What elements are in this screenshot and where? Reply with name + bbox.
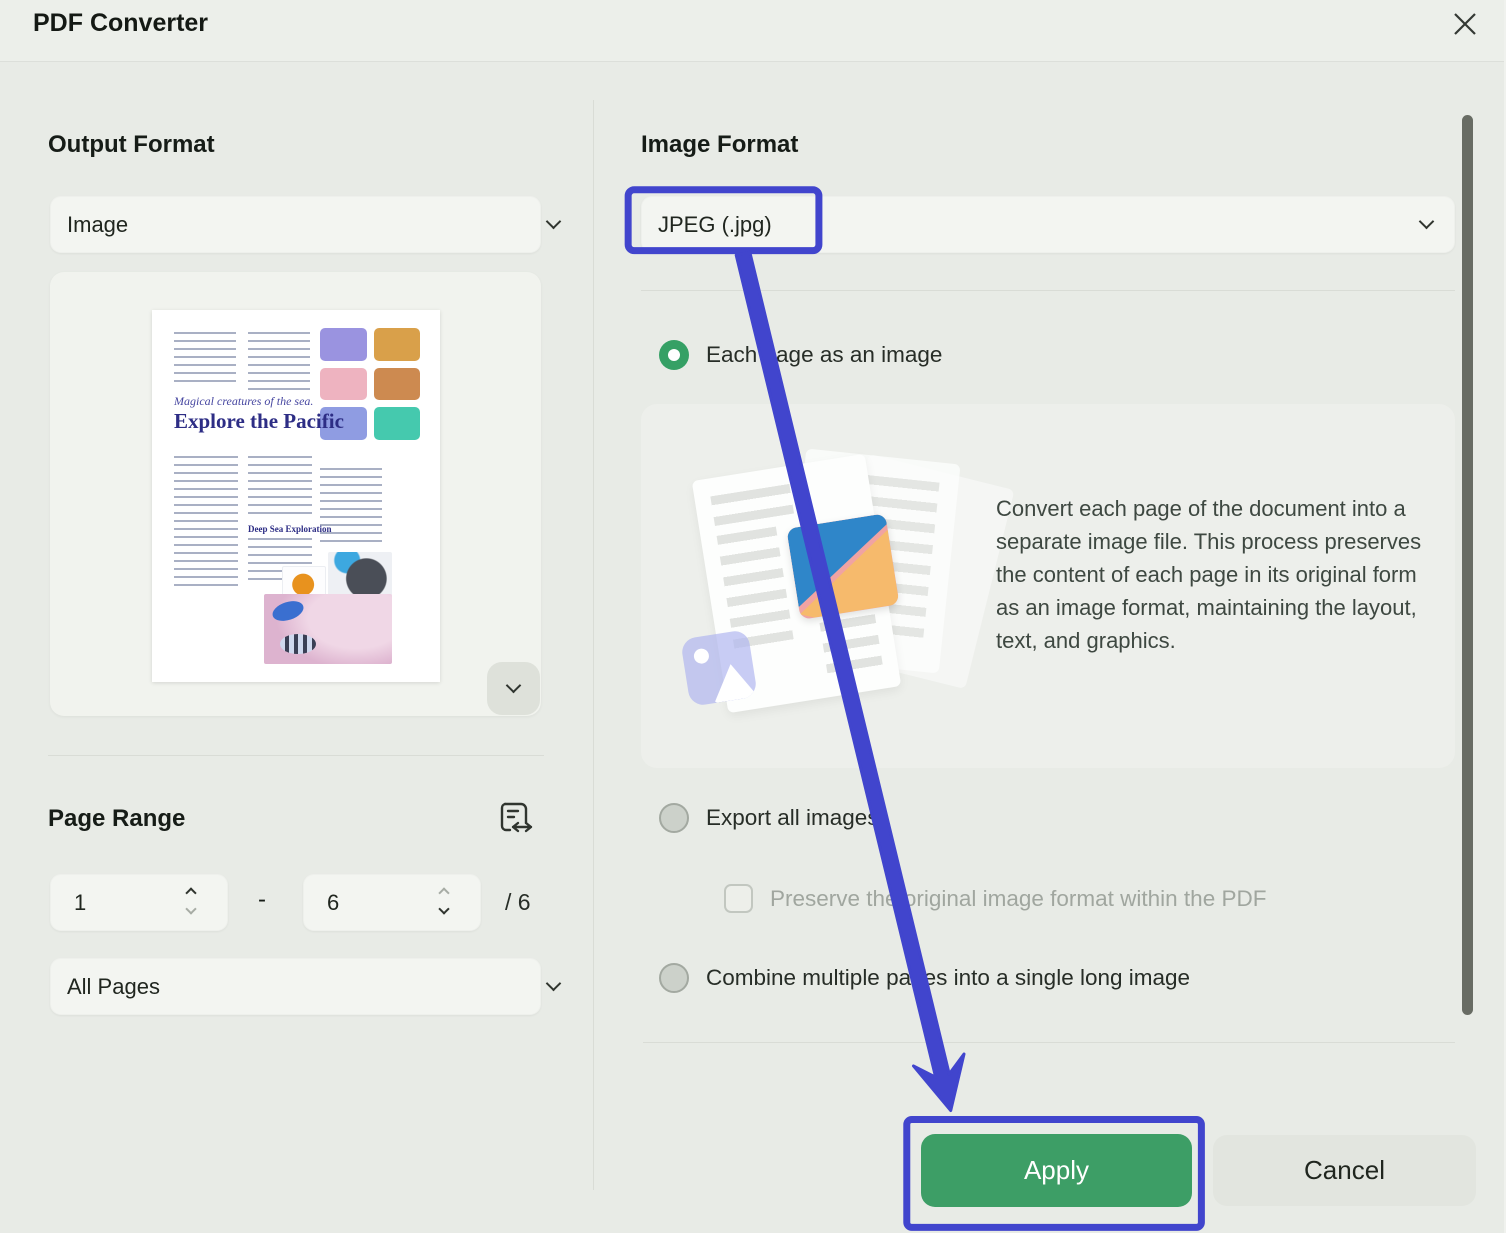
scrollbar-thumb[interactable]	[1462, 115, 1473, 1015]
image-format-value: JPEG (.jpg)	[658, 212, 772, 238]
preserve-format-checkbox[interactable]	[724, 884, 753, 913]
output-format-heading: Output Format	[48, 131, 215, 159]
page-from-stepper[interactable]	[50, 874, 228, 931]
coral-image	[320, 328, 367, 361]
page-preview-thumbnail: Magical creatures of the sea. Explore th…	[152, 310, 440, 682]
preview-expand-button[interactable]	[487, 662, 540, 715]
coral-image	[320, 368, 367, 401]
right-divider-top	[641, 290, 1455, 291]
chevron-down-icon	[1419, 214, 1435, 230]
range-dash: -	[258, 886, 266, 914]
cancel-button-label: Cancel	[1304, 1155, 1385, 1185]
option-description: Convert each page of the document into a…	[996, 492, 1438, 657]
left-divider	[48, 755, 544, 756]
output-format-value: Image	[67, 212, 128, 238]
preview-text-lines	[248, 332, 310, 390]
blue-fish	[270, 597, 306, 624]
chevron-down-icon	[546, 976, 562, 992]
right-divider-bottom	[643, 1042, 1455, 1043]
pdf-converter-dialog: PDF Converter Output Format Image Magica…	[0, 0, 1506, 1233]
radio-export-all[interactable]	[659, 803, 689, 833]
preview-subheading: Deep Sea Exploration	[248, 524, 332, 534]
pages-mode-value: All Pages	[67, 974, 160, 1000]
radio-dot	[668, 349, 680, 361]
stepper-up-icon[interactable]	[185, 887, 196, 898]
preview-text-lines	[174, 332, 236, 384]
total-pages-label: / 6	[505, 889, 531, 916]
radio-export-all-label[interactable]: Export all images	[706, 805, 879, 831]
page-preview-card: Magical creatures of the sea. Explore th…	[50, 272, 541, 716]
radio-each-page-label[interactable]: Each page as an image	[706, 342, 942, 368]
radio-combine-pages[interactable]	[659, 963, 689, 993]
preview-coral-photo	[264, 594, 392, 664]
apply-button[interactable]: Apply	[921, 1134, 1192, 1207]
chevron-down-icon	[546, 214, 562, 230]
coral-image	[374, 407, 421, 440]
image-icon	[680, 629, 758, 707]
striped-fish	[280, 634, 316, 654]
pages-illustration	[677, 434, 1007, 734]
stepper-up-icon[interactable]	[438, 887, 449, 898]
cancel-button[interactable]: Cancel	[1213, 1135, 1476, 1206]
option-description-card: Convert each page of the document into a…	[641, 404, 1455, 768]
coral-image	[374, 368, 421, 401]
stepper-down-icon[interactable]	[185, 903, 196, 914]
close-icon	[1449, 8, 1481, 43]
titlebar: PDF Converter	[0, 0, 1504, 62]
preview-title: Explore the Pacific	[174, 409, 344, 434]
stepper-down-icon[interactable]	[438, 903, 449, 914]
image-format-heading: Image Format	[641, 131, 798, 159]
chart-thumbnail	[786, 513, 899, 620]
custom-range-button[interactable]	[490, 797, 534, 841]
radio-each-page[interactable]	[659, 340, 689, 370]
dialog-title: PDF Converter	[33, 9, 208, 38]
preserve-format-label[interactable]: Preserve the original image format withi…	[770, 886, 1266, 912]
preview-text-lines	[248, 456, 312, 516]
page-range-heading: Page Range	[48, 805, 185, 833]
apply-button-label: Apply	[1024, 1155, 1089, 1185]
pages-mode-dropdown[interactable]: All Pages	[50, 958, 541, 1015]
chevron-down-icon	[506, 678, 522, 694]
coral-image	[374, 328, 421, 361]
output-format-dropdown[interactable]: Image	[50, 196, 541, 253]
page-to-stepper[interactable]	[303, 874, 481, 931]
preview-tagline: Magical creatures of the sea.	[174, 394, 313, 409]
image-format-dropdown[interactable]: JPEG (.jpg)	[641, 196, 1455, 253]
page-range-icon	[496, 830, 540, 845]
panel-divider	[593, 100, 594, 1190]
preview-text-lines	[174, 456, 238, 588]
radio-combine-pages-label[interactable]: Combine multiple pages into a single lon…	[706, 965, 1190, 991]
close-button[interactable]	[1444, 4, 1486, 46]
